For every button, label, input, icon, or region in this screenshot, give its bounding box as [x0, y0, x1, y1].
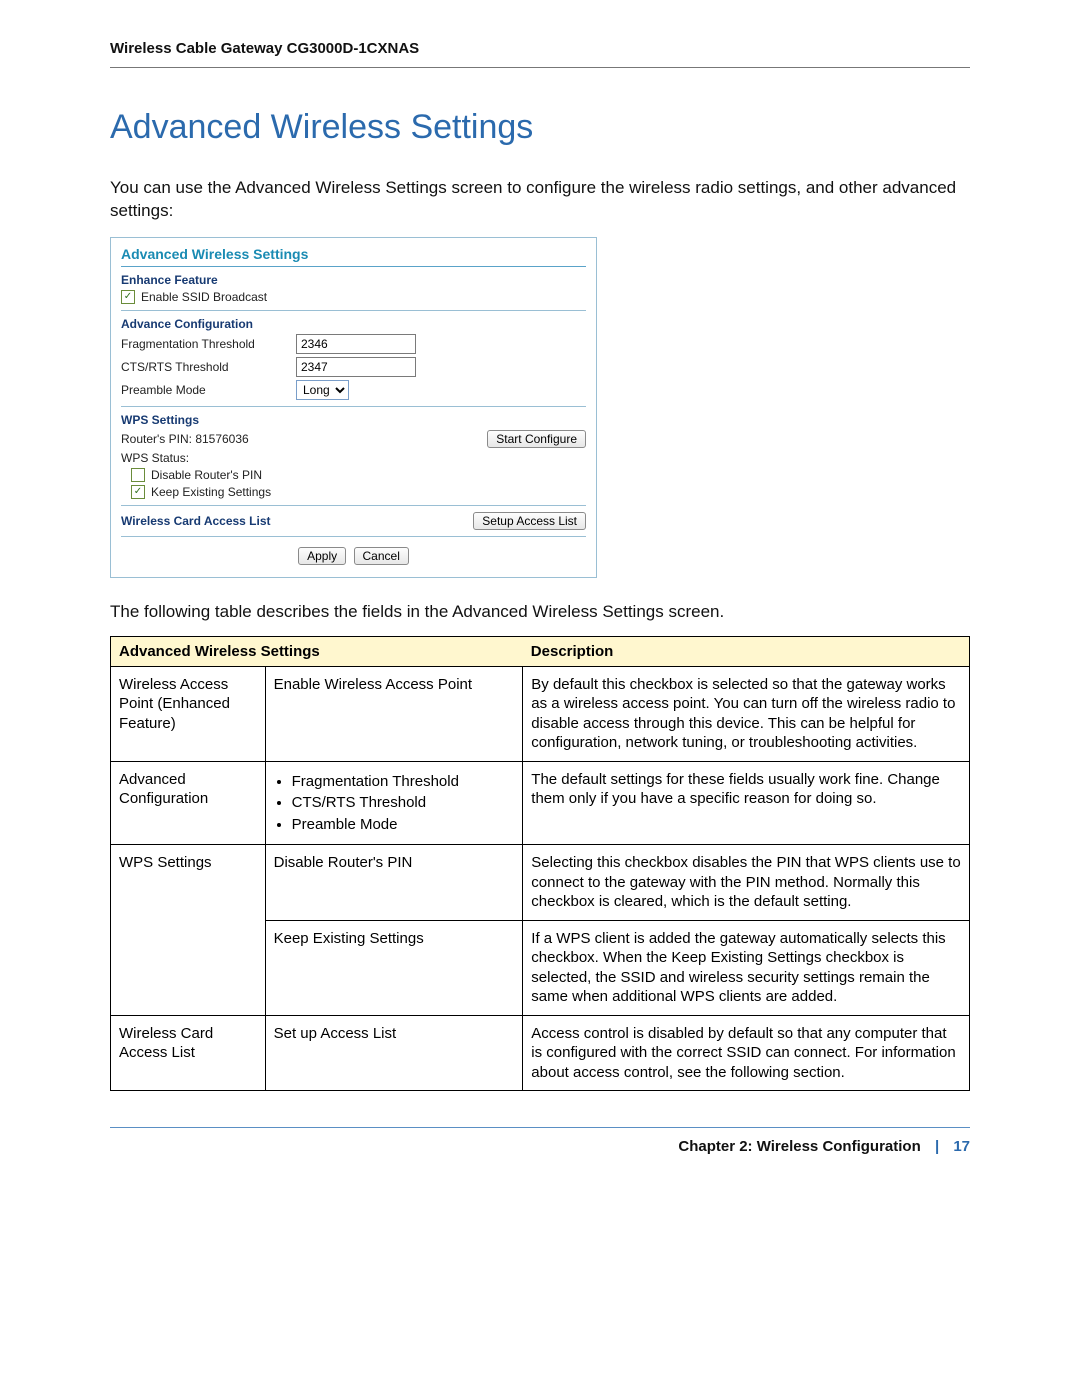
table-cell: Advanced Configuration	[111, 761, 266, 845]
header-rule	[110, 67, 970, 68]
page-title: Advanced Wireless Settings	[110, 108, 970, 147]
divider	[121, 406, 586, 407]
keep-existing-label: Keep Existing Settings	[151, 485, 271, 499]
intro-text: You can use the Advanced Wireless Settin…	[110, 177, 970, 223]
table-cell: If a WPS client is added the gateway aut…	[523, 920, 970, 1015]
bullet-item: Fragmentation Threshold	[292, 772, 515, 792]
advcfg-heading: Advance Configuration	[121, 317, 586, 331]
settings-description-table: Advanced Wireless Settings Description W…	[110, 636, 970, 1092]
table-cell: Enable Wireless Access Point	[265, 666, 523, 761]
table-header-settings: Advanced Wireless Settings	[111, 636, 523, 666]
preamble-label: Preamble Mode	[121, 383, 296, 397]
bullet-item: Preamble Mode	[292, 815, 515, 835]
settings-panel: Advanced Wireless Settings Enhance Featu…	[110, 237, 597, 578]
page-footer: Chapter 2: Wireless Configuration | 17	[110, 1138, 970, 1155]
frag-label: Fragmentation Threshold	[121, 337, 296, 351]
table-cell	[111, 920, 266, 1015]
table-intro: The following table describes the fields…	[110, 602, 970, 622]
cts-label: CTS/RTS Threshold	[121, 360, 296, 374]
document-header: Wireless Cable Gateway CG3000D-1CXNAS	[110, 40, 970, 57]
table-cell: Access control is disabled by default so…	[523, 1015, 970, 1091]
footer-rule	[110, 1127, 970, 1128]
divider	[121, 310, 586, 311]
keep-existing-checkbox[interactable]: ✓	[131, 485, 145, 499]
wps-status-label: WPS Status:	[121, 451, 189, 465]
start-configure-button[interactable]: Start Configure	[487, 430, 586, 448]
table-cell: Disable Router's PIN	[265, 845, 523, 921]
enhance-heading: Enhance Feature	[121, 273, 586, 287]
ssid-broadcast-label: Enable SSID Broadcast	[141, 290, 267, 304]
disable-pin-checkbox[interactable]: ✓	[131, 468, 145, 482]
table-cell: Selecting this checkbox disables the PIN…	[523, 845, 970, 921]
footer-chapter: Chapter 2: Wireless Configuration	[678, 1138, 920, 1155]
router-pin-label: Router's PIN: 81576036	[121, 432, 249, 446]
ssid-broadcast-checkbox[interactable]: ✓	[121, 290, 135, 304]
divider	[121, 505, 586, 506]
bullet-item: CTS/RTS Threshold	[292, 793, 515, 813]
table-cell: Wireless Access Point (Enhanced Feature)	[111, 666, 266, 761]
frag-input[interactable]	[296, 334, 416, 354]
cts-input[interactable]	[296, 357, 416, 377]
access-list-heading: Wireless Card Access List	[121, 514, 271, 528]
apply-button[interactable]: Apply	[298, 547, 346, 565]
cancel-button[interactable]: Cancel	[354, 547, 409, 565]
disable-pin-label: Disable Router's PIN	[151, 468, 262, 482]
table-cell: Keep Existing Settings	[265, 920, 523, 1015]
divider	[121, 536, 586, 537]
table-cell: Fragmentation Threshold CTS/RTS Threshol…	[265, 761, 523, 845]
table-cell: Set up Access List	[265, 1015, 523, 1091]
footer-separator: |	[935, 1138, 939, 1155]
panel-title: Advanced Wireless Settings	[121, 246, 586, 267]
table-cell: Wireless Card Access List	[111, 1015, 266, 1091]
wps-heading: WPS Settings	[121, 413, 586, 427]
table-cell: By default this checkbox is selected so …	[523, 666, 970, 761]
table-cell: WPS Settings	[111, 845, 266, 921]
footer-page-number: 17	[953, 1138, 970, 1155]
table-cell: The default settings for these fields us…	[523, 761, 970, 845]
table-header-description: Description	[523, 636, 970, 666]
setup-access-list-button[interactable]: Setup Access List	[473, 512, 586, 530]
preamble-select[interactable]: Long	[296, 380, 349, 400]
